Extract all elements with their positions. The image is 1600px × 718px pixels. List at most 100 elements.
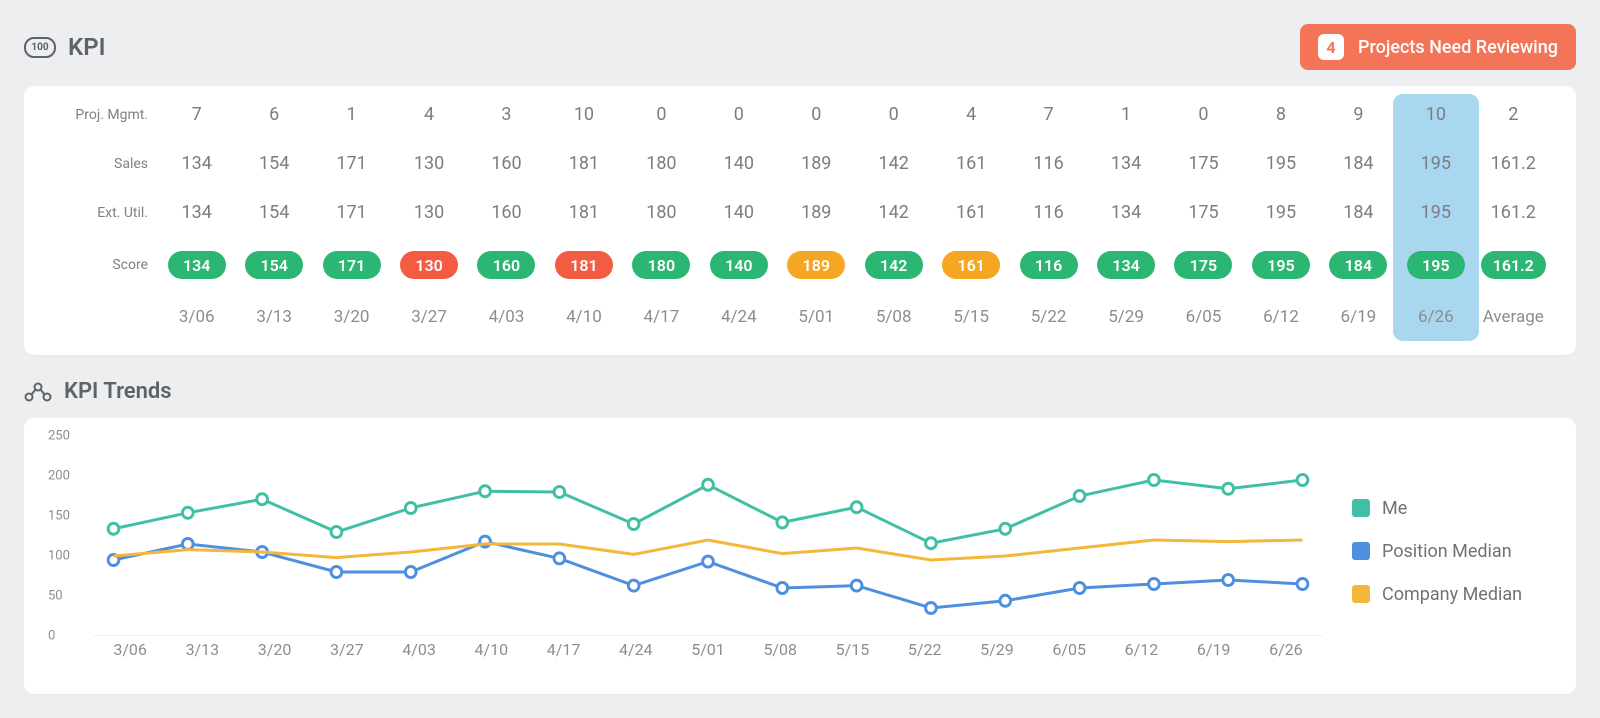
kpi-trends-chart: 050100150200250 3/063/133/203/274/034/10…	[48, 436, 1322, 666]
kpi-cell: 130	[390, 153, 467, 174]
score-pill: 116	[1020, 251, 1078, 279]
kpi-row-label: Proj. Mgmt.	[48, 107, 158, 123]
x-tick: 5/29	[961, 640, 1033, 666]
x-tick: 3/13	[166, 640, 238, 666]
score-pill: 161.2	[1481, 251, 1546, 279]
kpi-cell: 154	[235, 202, 312, 223]
kpi-cell: 6/26	[1397, 307, 1474, 327]
kpi-cell: 0	[623, 104, 700, 125]
x-tick: 5/15	[816, 640, 888, 666]
kpi-cell: 160	[468, 153, 545, 174]
kpi-cell: 5/22	[1010, 307, 1087, 327]
projects-review-label: Projects Need Reviewing	[1358, 37, 1558, 58]
kpi-cell: 5/29	[1087, 307, 1164, 327]
kpi-cell: 3/13	[235, 307, 312, 327]
legend-swatch-pos	[1352, 542, 1370, 560]
kpi-cell: 175	[1165, 153, 1242, 174]
kpi-cell: 7	[1010, 104, 1087, 125]
score-pill: 140	[710, 251, 768, 279]
kpi-trends-card: 050100150200250 3/063/133/203/274/034/10…	[24, 418, 1576, 694]
kpi-cell: 10	[545, 104, 622, 125]
x-tick: 6/05	[1033, 640, 1105, 666]
kpi-cell: 4	[390, 104, 467, 125]
kpi-score-cell: 130	[390, 251, 467, 279]
kpi-cell: 195	[1397, 153, 1474, 174]
kpi-cell: 5/15	[932, 307, 1009, 327]
x-tick: 4/10	[455, 640, 527, 666]
kpi-cell: 130	[390, 202, 467, 223]
kpi-cell: 161.2	[1475, 153, 1552, 174]
kpi-cell: 5/08	[855, 307, 932, 327]
kpi-cell: 6/19	[1320, 307, 1397, 327]
kpi-cell: 10	[1397, 104, 1474, 125]
kpi-cell: 3/27	[390, 307, 467, 327]
kpi-score-cell: 154	[235, 251, 312, 279]
kpi-score-cell: 161	[932, 251, 1009, 279]
y-tick: 200	[48, 469, 70, 484]
kpi-cell: 134	[158, 153, 235, 174]
kpi-cell: 181	[545, 202, 622, 223]
kpi-cell: 181	[545, 153, 622, 174]
kpi-title: KPI	[68, 33, 106, 61]
kpi-trends-title: KPI Trends	[64, 379, 172, 404]
kpi-row-label: Score	[48, 257, 158, 273]
x-tick: 5/01	[672, 640, 744, 666]
kpi-cell: 5/01	[778, 307, 855, 327]
kpi-cell: 189	[778, 202, 855, 223]
kpi-cell: 142	[855, 153, 932, 174]
y-tick: 250	[48, 429, 70, 444]
kpi-trends-header: KPI Trends	[24, 379, 1576, 404]
legend-label-me: Me	[1382, 498, 1407, 519]
x-tick: 6/26	[1250, 640, 1322, 666]
kpi-cell: 116	[1010, 202, 1087, 223]
kpi-score-cell: 134	[158, 251, 235, 279]
score-pill: 142	[865, 251, 923, 279]
kpi-score-cell: 171	[313, 251, 390, 279]
kpi-cell: 195	[1397, 202, 1474, 223]
kpi-cell: 160	[468, 202, 545, 223]
kpi-cell: 180	[623, 153, 700, 174]
score-pill: 180	[632, 251, 690, 279]
kpi-score-cell: 195	[1242, 251, 1319, 279]
kpi-score-cell: 142	[855, 251, 932, 279]
kpi-cell: 4/17	[623, 307, 700, 327]
kpi-cell: 161.2	[1475, 202, 1552, 223]
legend-position-median: Position Median	[1352, 541, 1552, 562]
kpi-cell: 6	[235, 104, 312, 125]
legend-me: Me	[1352, 498, 1552, 519]
kpi-cell: 0	[700, 104, 777, 125]
kpi-cell: 161	[932, 153, 1009, 174]
kpi-cell: 184	[1320, 153, 1397, 174]
legend-company-median: Company Median	[1352, 584, 1552, 605]
kpi-table-card: Proj. Mgmt.76143100000471089102Sales1341…	[24, 86, 1576, 355]
nodes-icon	[24, 381, 52, 403]
kpi-score-cell: 134	[1087, 251, 1164, 279]
projects-review-button[interactable]: 4 Projects Need Reviewing	[1300, 24, 1576, 70]
kpi-score-cell: 116	[1010, 251, 1087, 279]
score-pill: 189	[787, 251, 845, 279]
y-tick: 0	[48, 629, 55, 644]
kpi-cell: 116	[1010, 153, 1087, 174]
kpi-cell: 189	[778, 153, 855, 174]
x-tick: 3/06	[94, 640, 166, 666]
legend-label-comp: Company Median	[1382, 584, 1522, 605]
kpi-cell: 175	[1165, 202, 1242, 223]
score-pill: 181	[555, 251, 613, 279]
kpi-score-cell: 160	[468, 251, 545, 279]
legend-label-pos: Position Median	[1382, 541, 1512, 562]
kpi-cell: Average	[1475, 307, 1552, 327]
kpi-section-header: 100 KPI 4 Projects Need Reviewing	[24, 24, 1576, 70]
kpi-cell: 180	[623, 202, 700, 223]
x-tick: 5/08	[744, 640, 816, 666]
kpi-score-cell: 189	[778, 251, 855, 279]
kpi-cell: 1	[1087, 104, 1164, 125]
score-pill: 195	[1252, 251, 1310, 279]
kpi-cell: 140	[700, 153, 777, 174]
kpi-badge-icon: 100	[24, 37, 56, 58]
kpi-title-group: 100 KPI	[24, 33, 106, 61]
kpi-cell: 8	[1242, 104, 1319, 125]
x-tick: 4/17	[527, 640, 599, 666]
kpi-cell: 3	[468, 104, 545, 125]
kpi-cell: 1	[313, 104, 390, 125]
score-pill: 184	[1329, 251, 1387, 279]
